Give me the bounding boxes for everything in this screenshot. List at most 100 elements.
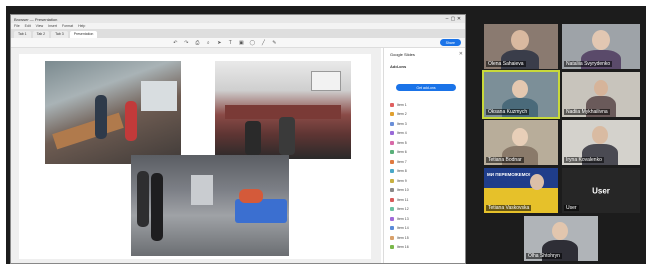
list-item-icon (390, 197, 394, 202)
photo-simulation-lab-2 (215, 61, 351, 159)
tab-2[interactable]: Tab 2 (32, 31, 50, 38)
person-shape (137, 171, 149, 227)
list-item-label: Item 3 (397, 121, 407, 126)
list-item-icon (390, 207, 394, 212)
list-item-label: Item 13 (397, 216, 409, 221)
shared-screen: Browser — Presentation – ▢ ✕ File Edit V… (10, 14, 466, 264)
list-item[interactable]: Item 9 (390, 176, 464, 186)
print-icon[interactable]: ⎙ (194, 40, 200, 46)
list-item-label: Item 11 (397, 197, 409, 202)
participant-name: Nataliia Svyrydenko (564, 61, 613, 67)
person-shape (245, 121, 261, 155)
list-item[interactable]: Item 1 (390, 100, 464, 110)
photo-simulation-lab-3 (131, 155, 289, 256)
list-item-label: Item 1 (397, 102, 407, 107)
list-item-icon (390, 140, 394, 145)
person-shape (125, 101, 137, 141)
menu-insert[interactable]: Insert (48, 24, 57, 28)
tab-3[interactable]: Tab 3 (51, 31, 68, 38)
participant-face (511, 30, 529, 50)
tab-presentation[interactable]: Presentation (69, 31, 98, 38)
list-item[interactable]: Item 13 (390, 214, 464, 224)
panel-title: Google Slides (390, 52, 415, 57)
list-item[interactable]: Item 4 (390, 129, 464, 139)
participant-tile[interactable]: Nataliia Svyrydenko (562, 24, 640, 69)
person-shape (279, 117, 295, 155)
window-title: Browser — Presentation (14, 16, 58, 22)
panel-primary-button[interactable]: Get add-ons (396, 84, 456, 91)
participant-tile[interactable]: Nadiia Mykhailivna (562, 72, 640, 117)
list-item-icon (390, 121, 394, 126)
list-item[interactable]: Item 11 (390, 195, 464, 205)
list-item-icon (390, 178, 394, 183)
list-item-icon (390, 102, 394, 107)
close-button[interactable]: ✕ (456, 16, 462, 22)
zoom-icon[interactable]: ⌕ (205, 40, 211, 46)
photo-simulation-lab-1 (45, 61, 181, 164)
textbox-icon[interactable]: T (227, 40, 233, 46)
list-item[interactable]: Item 6 (390, 148, 464, 158)
list-item-label: Item 2 (397, 112, 407, 117)
menu-help[interactable]: Help (78, 24, 85, 28)
shape-icon[interactable]: ◯ (249, 40, 256, 46)
undo-icon[interactable]: ↶ (172, 40, 178, 46)
list-item-label: Item 15 (397, 235, 409, 240)
participant-face (594, 80, 608, 96)
list-item-icon (390, 159, 394, 164)
editor-toolbar: ↶ ↷ ⎙ ⌕ ➤ T ▣ ◯ ╱ ✎ Share (11, 38, 465, 48)
participant-tile[interactable]: Olha Shtohryn (524, 216, 598, 261)
participant-tile[interactable]: Tetiana Bodnar (484, 120, 558, 165)
participant-face (592, 126, 608, 144)
list-item-label: Item 16 (397, 245, 409, 250)
tab-bar: Tab 1 Tab 2 Tab 3 Presentation (11, 29, 465, 38)
participant-tile-active-speaker[interactable]: Oksana Kuzmych (482, 70, 560, 119)
panel-list: Item 1 Item 2 Item 3 Item 4 Item 5 Item … (390, 100, 464, 252)
share-button[interactable]: Share (439, 39, 461, 46)
menu-edit[interactable]: Edit (25, 24, 31, 28)
list-item-label: Item 5 (397, 140, 407, 145)
video-meeting-window: Browser — Presentation – ▢ ✕ File Edit V… (6, 6, 646, 264)
list-item[interactable]: Item 7 (390, 157, 464, 167)
menu-format[interactable]: Format (62, 24, 73, 28)
list-item-icon (390, 150, 394, 155)
participant-name: Olena Sahaieva (486, 61, 526, 67)
participant-name-large: User (592, 186, 610, 195)
cursor-icon[interactable]: ➤ (216, 40, 222, 46)
menu-file[interactable]: File (14, 24, 20, 28)
list-item-label: Item 6 (397, 150, 407, 155)
list-item-label: Item 8 (397, 169, 407, 174)
list-item-icon (390, 131, 394, 136)
panel-close-icon[interactable]: ✕ (459, 51, 463, 57)
list-item-icon (390, 226, 394, 231)
menu-view[interactable]: View (36, 24, 44, 28)
tab-1[interactable]: Tab 1 (14, 31, 31, 38)
comment-icon[interactable]: ✎ (271, 40, 277, 46)
slide-canvas (11, 48, 381, 263)
participant-tile-no-video[interactable]: User User (562, 168, 640, 213)
list-item[interactable]: Item 8 (390, 167, 464, 177)
list-item[interactable]: Item 15 (390, 233, 464, 243)
image-icon[interactable]: ▣ (238, 40, 244, 46)
list-item[interactable]: Item 5 (390, 138, 464, 148)
manikin-shape (239, 189, 263, 203)
redo-icon[interactable]: ↷ (183, 40, 189, 46)
list-item[interactable]: Item 10 (390, 186, 464, 196)
line-icon[interactable]: ╱ (260, 40, 266, 46)
participant-tile[interactable]: Iryna Kovalenko (562, 120, 640, 165)
list-item[interactable]: Item 14 (390, 224, 464, 234)
screenshot-frame: Browser — Presentation – ▢ ✕ File Edit V… (0, 0, 652, 270)
participant-name: Iryna Kovalenko (564, 157, 604, 163)
banner-text: МИ ПЕРЕМОЖЕМО! (487, 172, 531, 177)
list-item[interactable]: Item 2 (390, 110, 464, 120)
participant-name: Nadiia Mykhailivna (564, 109, 610, 115)
person-shape (151, 173, 163, 241)
participant-tile[interactable]: МИ ПЕРЕМОЖЕМО! ВСЕ БУДЕ УКРАЇНА! Tetiana… (484, 168, 558, 213)
side-panel: Google Slides ✕ Add-ons Get add-ons Item… (383, 48, 465, 263)
list-item-label: Item 4 (397, 131, 407, 136)
slide[interactable] (19, 54, 371, 259)
list-item-label: Item 12 (397, 207, 409, 212)
list-item[interactable]: Item 16 (390, 243, 464, 253)
list-item[interactable]: Item 3 (390, 119, 464, 129)
list-item[interactable]: Item 12 (390, 205, 464, 215)
participant-tile[interactable]: Olena Sahaieva (484, 24, 558, 69)
